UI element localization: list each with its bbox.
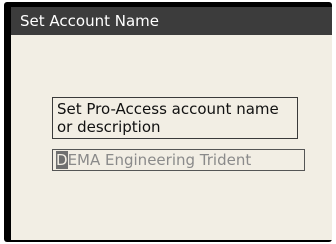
prompt-box: Set Pro-Access account name or descripti… [52, 97, 298, 139]
screen: Set Account Name Set Pro-Access account … [11, 7, 332, 240]
account-name-text: EMA Engineering Trident [67, 151, 252, 169]
prompt-line-1: Set Pro-Access account name [57, 100, 279, 118]
window-title: Set Account Name [20, 12, 159, 30]
prompt-line-2: or description [57, 118, 161, 136]
account-name-value: DEMA Engineering Trident [56, 151, 251, 169]
text-cursor: D [56, 151, 68, 169]
account-name-input[interactable]: DEMA Engineering Trident [52, 149, 305, 171]
prompt-text: Set Pro-Access account name or descripti… [57, 100, 297, 136]
device-frame: Set Account Name Set Pro-Access account … [4, 2, 332, 242]
title-bar: Set Account Name [11, 7, 332, 35]
